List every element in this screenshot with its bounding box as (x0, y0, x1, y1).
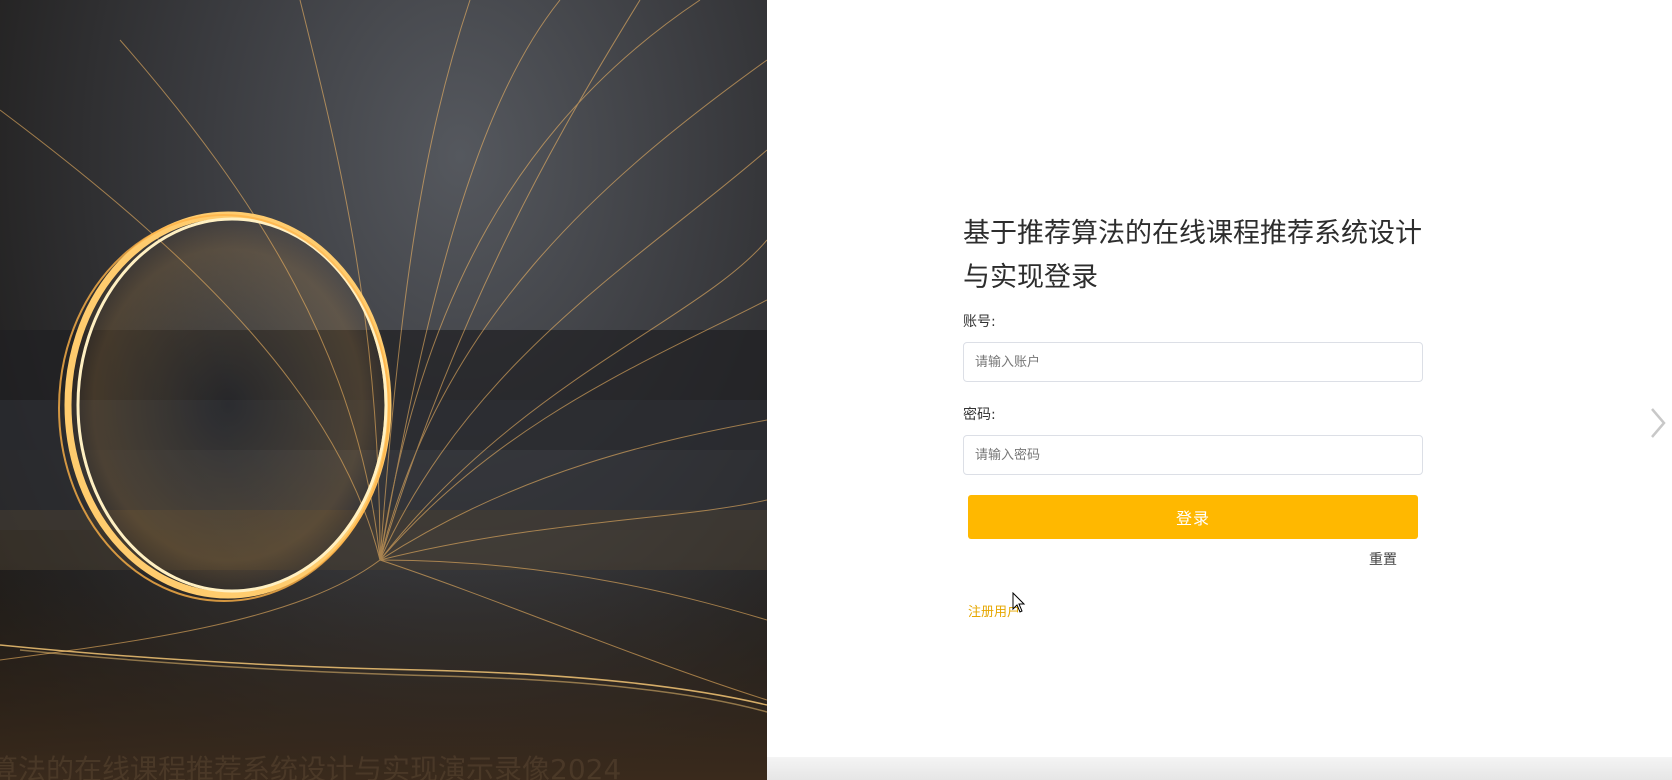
reset-row: 重置 (963, 549, 1425, 577)
account-label: 账号: (963, 314, 996, 330)
bottom-bar (767, 757, 1672, 780)
page-title: 基于推荐算法的在线课程推荐系统设计与实现登录 (963, 218, 1422, 293)
mouse-cursor-icon (1012, 592, 1026, 613)
sparkler-ring-illustration (0, 0, 767, 780)
account-input[interactable] (963, 342, 1423, 382)
chevron-right-icon[interactable] (1648, 406, 1668, 440)
password-label: 密码: (963, 407, 996, 423)
hero-image: 算法的在线课程推荐系统设计与实现演示录像2024 (0, 0, 767, 780)
login-button[interactable]: 登录 (968, 495, 1418, 539)
password-input[interactable] (963, 435, 1423, 475)
hero-caption: 算法的在线课程推荐系统设计与实现演示录像2024 (0, 753, 622, 780)
reset-button[interactable]: 重置 (1369, 549, 1397, 569)
login-form: 基于推荐算法的在线课程推荐系统设计与实现登录 账号: 密码: 登录 重置 注册用… (963, 212, 1425, 620)
